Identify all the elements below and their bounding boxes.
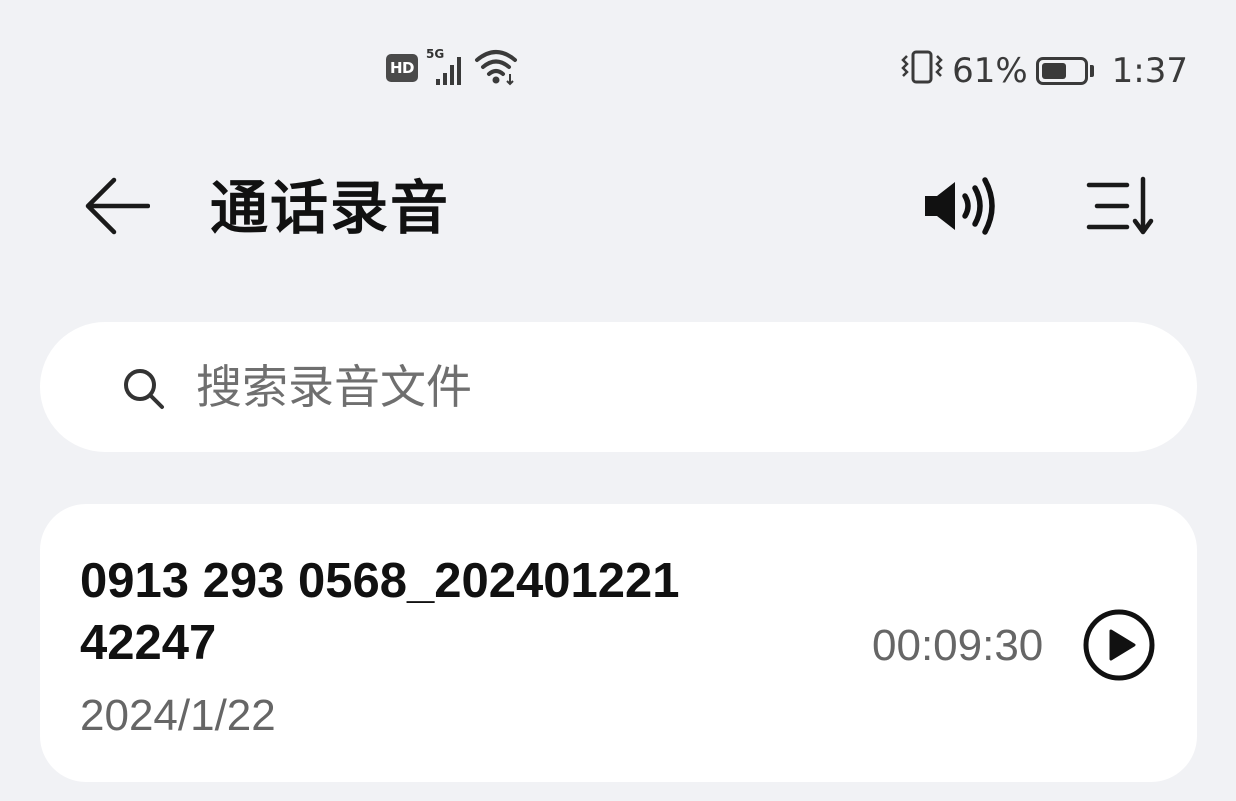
- sort-button[interactable]: [1078, 170, 1164, 242]
- signal-icon: 5G: [426, 47, 466, 87]
- play-icon: [1083, 609, 1155, 681]
- page-title: 通话录音: [210, 174, 451, 242]
- sort-icon: [1086, 176, 1154, 235]
- battery-body: [1035, 57, 1088, 85]
- wifi-icon: [474, 46, 520, 90]
- back-arrow-icon: [85, 177, 150, 235]
- play-button[interactable]: [1082, 608, 1156, 682]
- status-bar: HD 5G 61% 1:37: [0, 44, 1236, 98]
- battery-fill: [1041, 63, 1067, 79]
- back-button[interactable]: [78, 172, 154, 240]
- vibrate-icon: [900, 50, 944, 93]
- status-bar-network: HD 5G: [386, 44, 520, 92]
- battery-cap: [1089, 65, 1094, 77]
- battery-percent: 61%: [952, 51, 1028, 91]
- network-type-label: 5G: [426, 47, 445, 61]
- clock: 1:37: [1111, 51, 1188, 91]
- recording-duration: 00:09:30: [872, 621, 1044, 670]
- speaker-button[interactable]: [916, 170, 1006, 242]
- status-bar-system: 61% 1:37: [900, 44, 1188, 98]
- app-header: 通话录音: [0, 160, 1236, 256]
- recording-date: 2024/1/22: [80, 691, 276, 740]
- recording-list-item[interactable]: 0913 293 0568_20240122142247 2024/1/22 0…: [40, 504, 1197, 782]
- call-recordings-screen: HD 5G 61% 1:37 通话录音 搜索录音文件 0913 293 0568…: [0, 0, 1236, 801]
- search-box[interactable]: [40, 322, 1197, 452]
- search-icon: [124, 369, 164, 409]
- battery-icon: [1035, 57, 1094, 85]
- recording-name: 0913 293 0568_20240122142247: [80, 554, 680, 670]
- speaker-icon: [925, 177, 995, 235]
- hd-badge: HD: [386, 54, 418, 82]
- search-input[interactable]: [196, 352, 1156, 422]
